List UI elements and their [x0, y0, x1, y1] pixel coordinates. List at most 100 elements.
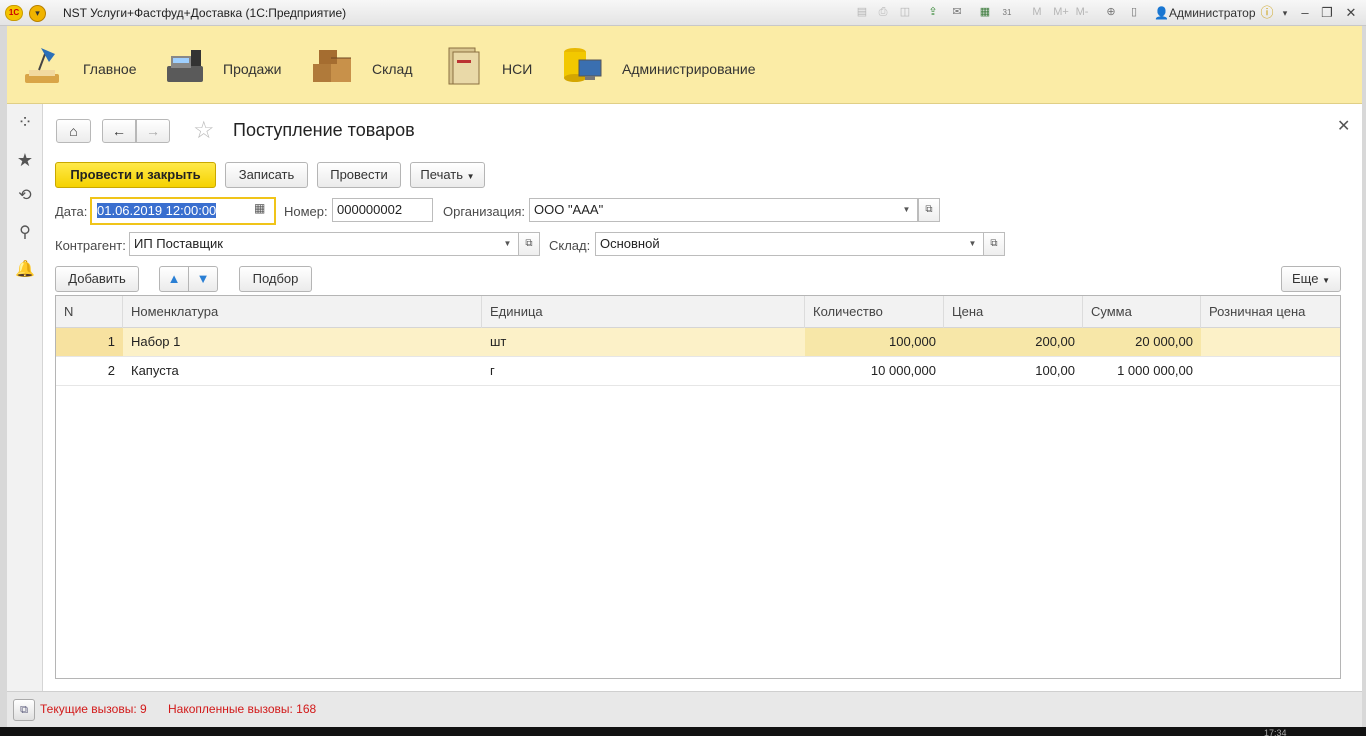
m-plus-icon[interactable]: M+	[1052, 5, 1070, 20]
close-window-icon[interactable]: ✕	[1340, 4, 1362, 22]
folder-icon	[448, 47, 480, 85]
search-icon[interactable]: ⚲	[13, 222, 37, 244]
taskbar-clock: 17:34	[1264, 728, 1287, 736]
chevron-down-icon: ▼	[466, 172, 475, 181]
pick-button[interactable]: Подбор	[239, 266, 312, 292]
print-icon[interactable]: ⎙	[876, 5, 890, 20]
table-header: N Номенклатура Единица Количество Цена С…	[56, 296, 1340, 328]
calculator-icon[interactable]: ▦	[978, 5, 992, 20]
cell-unit[interactable]: г	[482, 357, 805, 385]
back-button[interactable]: ←	[102, 119, 136, 143]
status-bar: ⧉ Текущие вызовы: 9 Накопленные вызовы: …	[7, 691, 1362, 727]
number-field[interactable]: 000000002	[332, 198, 433, 222]
cell-retail-price[interactable]	[1201, 328, 1340, 356]
warehouse-open-icon[interactable]: ⧉	[983, 232, 1005, 256]
database-monitor-icon	[564, 48, 602, 82]
organization-dropdown-icon[interactable]: ▼	[896, 198, 918, 222]
section-sales[interactable]: Продажи	[159, 26, 289, 104]
panels-icon[interactable]: ▯	[1127, 5, 1141, 20]
page-title: Поступление товаров	[233, 120, 415, 140]
column-header-retail-price[interactable]: Розничная цена	[1201, 296, 1340, 328]
chevron-down-icon: ▼	[1322, 276, 1330, 285]
column-header-price[interactable]: Цена	[944, 296, 1083, 328]
section-label: Склад	[372, 61, 413, 77]
contractor-label: Контрагент:	[55, 238, 126, 253]
preview-icon[interactable]: ◫	[898, 5, 912, 20]
contractor-field[interactable]: ИП Поставщик	[129, 232, 498, 256]
m-icon[interactable]: M	[1030, 5, 1044, 20]
favorite-star-icon[interactable]: ☆	[193, 116, 215, 145]
minimize-icon[interactable]: –	[1294, 4, 1316, 22]
table-row[interactable]: 1 Набор 1 шт 100,000 200,00 20 000,00	[56, 328, 1340, 357]
zoom-icon[interactable]: ⊕	[1104, 5, 1118, 20]
close-form-icon[interactable]: ✕	[1337, 116, 1350, 136]
cell-price[interactable]: 200,00	[944, 328, 1083, 356]
contractor-open-icon[interactable]: ⧉	[518, 232, 540, 256]
cell-n[interactable]: 1	[56, 328, 123, 356]
left-navigation-strip: ⁘ ★ ⟲ ⚲ 🔔	[7, 104, 43, 691]
performance-monitor-icon[interactable]: ⧉	[13, 699, 35, 721]
lamp-icon	[25, 48, 59, 83]
calendar-icon[interactable]: 31	[1000, 5, 1014, 20]
section-nsi[interactable]: НСИ	[441, 26, 541, 104]
cell-sum[interactable]: 1 000 000,00	[1083, 357, 1201, 385]
mail-icon[interactable]: ✉	[950, 5, 964, 20]
arrow-up-icon: ▲	[167, 271, 181, 286]
organization-open-icon[interactable]: ⧉	[918, 198, 940, 222]
favorites-icon[interactable]: ★	[13, 149, 37, 171]
cell-sum[interactable]: 20 000,00	[1083, 328, 1201, 356]
table-row[interactable]: 2 Капуста г 10 000,000 100,00 1 000 000,…	[56, 357, 1340, 386]
date-field[interactable]: 01.06.2019 12:00:00	[90, 197, 276, 225]
restore-icon[interactable]: ❐	[1316, 4, 1338, 22]
arrow-left-icon: ←	[112, 123, 126, 139]
cash-register-icon	[167, 50, 203, 82]
home-button[interactable]: ⌂	[56, 119, 91, 143]
cell-n[interactable]: 2	[56, 357, 123, 385]
os-taskbar	[0, 727, 1366, 736]
column-header-item[interactable]: Номенклатура	[123, 296, 482, 328]
cell-unit[interactable]: шт	[482, 328, 805, 356]
column-header-quantity[interactable]: Количество	[805, 296, 944, 328]
calendar-picker-icon[interactable]: ▦	[254, 201, 265, 215]
forward-button[interactable]: →	[136, 119, 170, 143]
accumulated-calls-text: Накопленные вызовы: 168	[168, 702, 317, 716]
organization-field[interactable]: ООО "ААА"	[529, 198, 897, 222]
notifications-icon[interactable]: 🔔	[13, 259, 37, 281]
move-down-button[interactable]: ▼	[188, 266, 218, 292]
sections-panel: Главное Продажи Склад НСИ Администрирова…	[7, 26, 1362, 104]
print-button[interactable]: Печать ▼	[410, 162, 485, 188]
cell-quantity[interactable]: 10 000,000	[805, 357, 944, 385]
m-minus-icon[interactable]: M-	[1073, 5, 1091, 20]
more-button[interactable]: Еще ▼	[1281, 266, 1341, 292]
upload-icon[interactable]: ⇪	[926, 5, 940, 20]
user-name[interactable]: 👤Администратор	[1154, 6, 1256, 20]
contractor-dropdown-icon[interactable]: ▼	[497, 232, 519, 256]
document-form: ⌂ ← → ☆ Поступление товаров ✕ Провести и…	[43, 104, 1362, 691]
info-dropdown-icon[interactable]: ▾	[1274, 4, 1296, 22]
warehouse-field[interactable]: Основной	[595, 232, 963, 256]
section-label: Главное	[83, 61, 137, 77]
all-functions-icon[interactable]: ⁘	[13, 111, 37, 133]
cell-item[interactable]: Капуста	[123, 357, 482, 385]
add-row-button[interactable]: Добавить	[55, 266, 139, 292]
column-header-n[interactable]: N	[56, 296, 123, 328]
column-header-unit[interactable]: Единица	[482, 296, 805, 328]
column-header-sum[interactable]: Сумма	[1083, 296, 1201, 328]
post-button[interactable]: Провести	[317, 162, 401, 188]
move-up-button[interactable]: ▲	[159, 266, 189, 292]
save-button[interactable]: Записать	[225, 162, 308, 188]
post-and-close-button[interactable]: Провести и закрыть	[55, 162, 216, 188]
warehouse-label: Склад:	[549, 238, 591, 253]
section-administration[interactable]: Администрирование	[559, 26, 759, 104]
main-menu-button[interactable]: ▾	[29, 5, 46, 22]
cell-item[interactable]: Набор 1	[123, 328, 482, 356]
cell-retail-price[interactable]	[1201, 357, 1340, 385]
section-warehouse[interactable]: Склад	[309, 26, 419, 104]
cell-price[interactable]: 100,00	[944, 357, 1083, 385]
cell-quantity[interactable]: 100,000	[805, 328, 944, 356]
user-icon: 👤	[1154, 6, 1169, 20]
history-icon[interactable]: ⟲	[13, 185, 37, 207]
section-main[interactable]: Главное	[17, 26, 147, 104]
warehouse-dropdown-icon[interactable]: ▼	[962, 232, 984, 256]
save-icon[interactable]: ▤	[855, 5, 869, 20]
